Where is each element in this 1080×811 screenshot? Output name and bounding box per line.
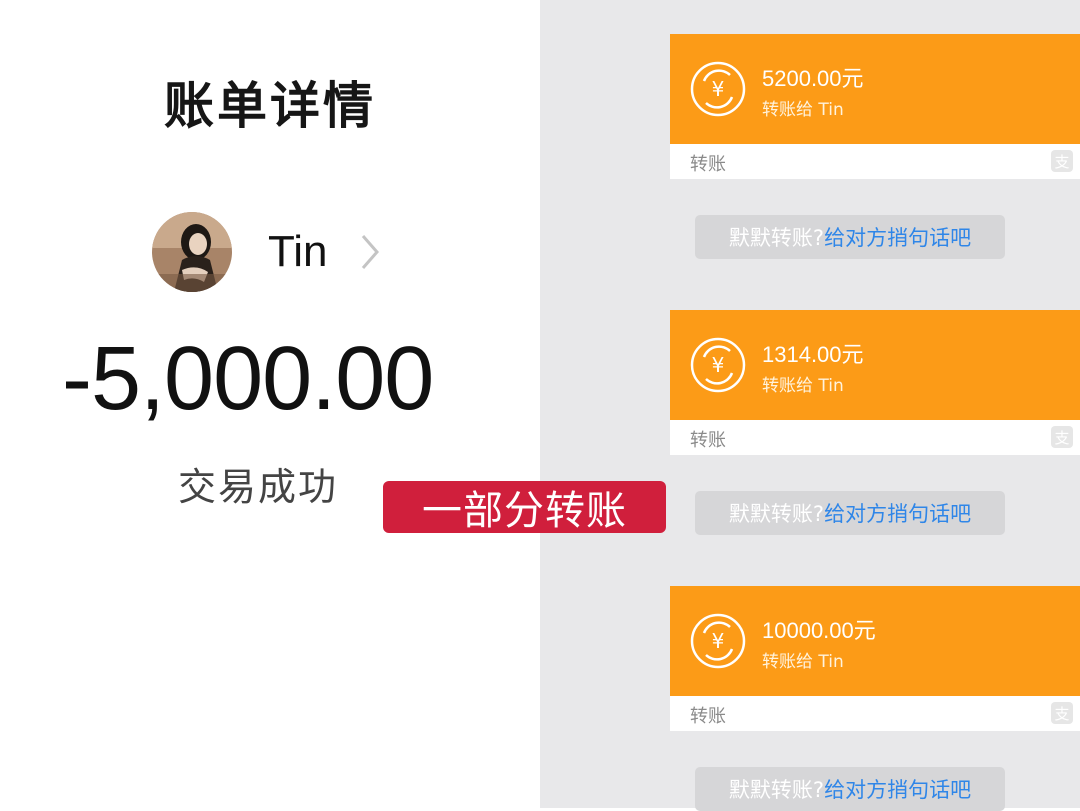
transfer-amount: 5200.00元 xyxy=(762,66,864,91)
transfer-type-label: 转账 xyxy=(690,154,726,175)
message-prompt: 默默转账? 给对方捎句话吧 xyxy=(695,767,1005,811)
transfer-card[interactable]: ¥ 5200.00元 转账给 Tin 转账 支 xyxy=(670,34,1080,179)
caption-label: 一部分转账 xyxy=(383,481,666,534)
svg-text:支: 支 xyxy=(1054,429,1069,447)
transfer-recipient: 转账给 Tin xyxy=(762,100,844,120)
transfer-recipient: 转账给 Tin xyxy=(762,376,844,396)
yuan-coin-transfer-icon: ¥ xyxy=(690,61,746,117)
page-title: 账单详情 xyxy=(164,77,376,135)
message-prompt: 默默转账? 给对方捎句话吧 xyxy=(695,491,1005,535)
transfer-card-header[interactable]: ¥ 1314.00元 转账给 Tin xyxy=(670,310,1080,420)
message-prompt-text: 默默转账? xyxy=(728,778,825,802)
transfer-type-label: 转账 xyxy=(690,706,726,727)
transfer-amount: 1314.00元 xyxy=(762,342,864,367)
svg-text:支: 支 xyxy=(1054,153,1069,171)
transfer-card-footer: 转账 支 xyxy=(670,144,1080,179)
chat-panel: ¥ 5200.00元 转账给 Tin 转账 支 默默转账? 给对方捎句话吧 ¥ … xyxy=(540,0,1080,811)
payee-name[interactable]: Tin xyxy=(268,227,328,277)
chevron-right-icon[interactable] xyxy=(360,232,380,272)
transfer-card-footer: 转账 支 xyxy=(670,420,1080,455)
transfer-card-footer: 转账 支 xyxy=(670,696,1080,731)
bill-detail-panel: 账单详情 Tin -5,000.00 交易成功 xyxy=(0,0,540,808)
alipay-icon: 支 xyxy=(1050,701,1074,725)
send-message-link[interactable]: 给对方捎句话吧 xyxy=(824,222,971,252)
transfer-card[interactable]: ¥ 1314.00元 转账给 Tin 转账 支 xyxy=(670,310,1080,455)
alipay-icon: 支 xyxy=(1050,149,1074,173)
transfer-card-header[interactable]: ¥ 10000.00元 转账给 Tin xyxy=(670,586,1080,696)
transfer-amount: 10000.00元 xyxy=(762,618,876,643)
message-prompt-text: 默默转账? xyxy=(728,226,825,250)
send-message-link[interactable]: 给对方捎句话吧 xyxy=(824,498,971,528)
yuan-coin-transfer-icon: ¥ xyxy=(690,613,746,669)
payee-row[interactable]: Tin xyxy=(152,212,380,292)
send-message-link[interactable]: 给对方捎句话吧 xyxy=(824,774,971,804)
svg-text:支: 支 xyxy=(1054,705,1069,723)
transaction-amount: -5,000.00 xyxy=(62,329,434,429)
svg-text:¥: ¥ xyxy=(712,353,725,377)
yuan-coin-transfer-icon: ¥ xyxy=(690,337,746,393)
transfer-card-header[interactable]: ¥ 5200.00元 转账给 Tin xyxy=(670,34,1080,144)
svg-text:¥: ¥ xyxy=(712,629,725,653)
message-prompt: 默默转账? 给对方捎句话吧 xyxy=(695,215,1005,259)
transaction-status: 交易成功 xyxy=(178,465,339,509)
message-prompt-text: 默默转账? xyxy=(728,502,825,526)
alipay-icon: 支 xyxy=(1050,425,1074,449)
transfer-type-label: 转账 xyxy=(690,430,726,451)
avatar[interactable] xyxy=(152,212,232,292)
svg-text:¥: ¥ xyxy=(712,77,725,101)
transfer-card[interactable]: ¥ 10000.00元 转账给 Tin 转账 支 xyxy=(670,586,1080,731)
transfer-recipient: 转账给 Tin xyxy=(762,652,844,672)
